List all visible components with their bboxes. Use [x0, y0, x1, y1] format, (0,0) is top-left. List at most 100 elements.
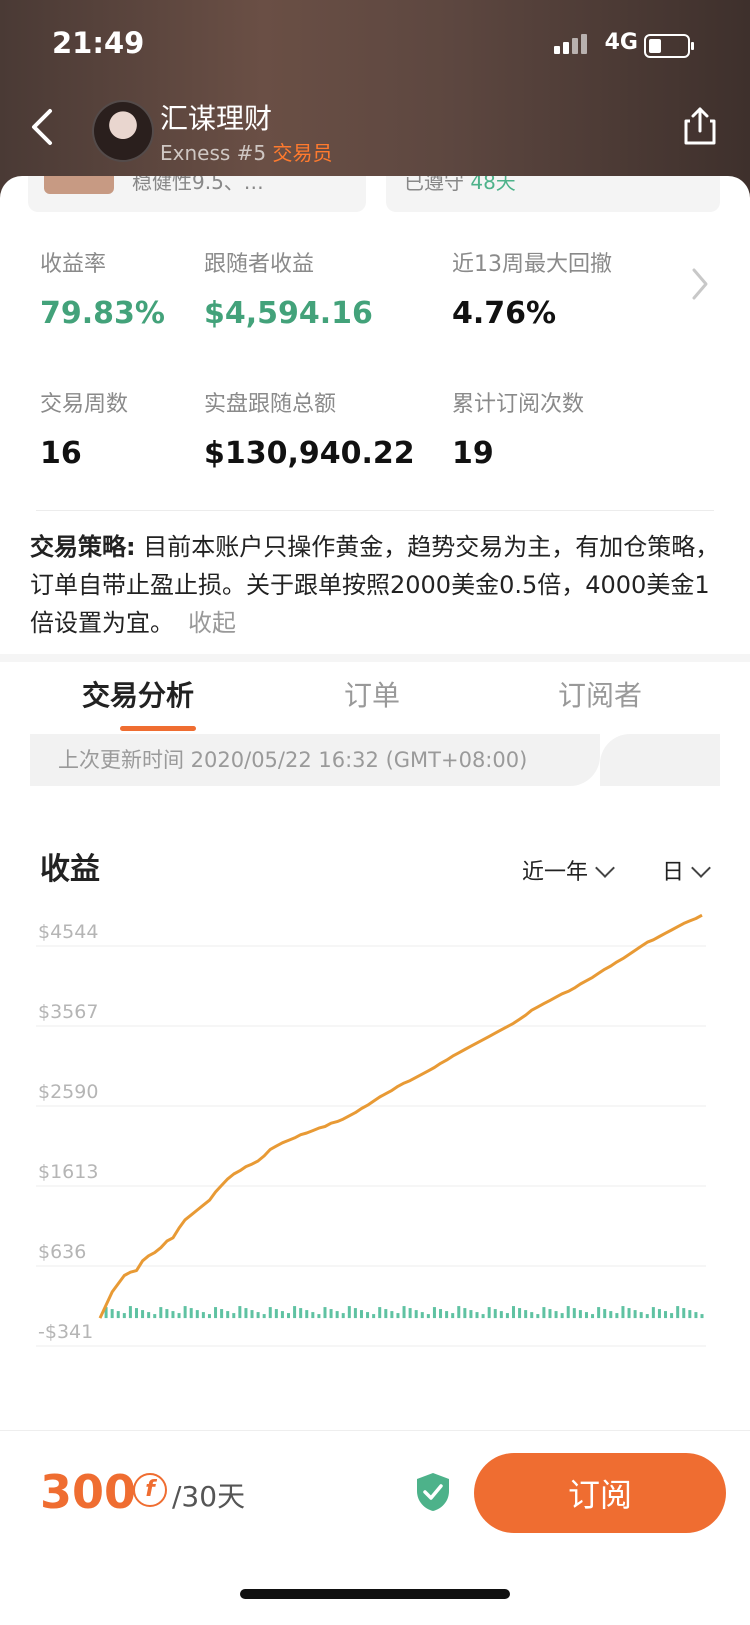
shield-check-icon — [417, 1473, 449, 1511]
activity-bar — [609, 1311, 613, 1319]
activity-bar — [335, 1311, 339, 1319]
activity-bar — [305, 1310, 309, 1319]
activity-bar — [244, 1308, 248, 1319]
activity-bar — [432, 1307, 436, 1319]
activity-bar — [554, 1311, 558, 1319]
activity-bar — [694, 1312, 698, 1319]
activity-bar — [548, 1309, 552, 1319]
activity-bar — [475, 1312, 479, 1319]
activity-bar — [615, 1313, 619, 1319]
activity-bar — [329, 1309, 333, 1319]
signal-icon — [554, 34, 590, 54]
activity-bar — [110, 1309, 114, 1319]
activity-bar — [311, 1312, 315, 1319]
activity-bar — [530, 1312, 534, 1319]
activity-bar — [621, 1306, 625, 1319]
activity-bar — [220, 1309, 224, 1319]
activity-bar — [207, 1314, 211, 1319]
activity-bar — [633, 1310, 637, 1319]
activity-bar — [682, 1308, 686, 1319]
activity-bar — [134, 1308, 138, 1319]
activity-bar — [572, 1308, 576, 1319]
activity-bar — [597, 1307, 601, 1319]
status-bar: 21:49 4G — [0, 0, 750, 92]
activity-bar — [177, 1313, 181, 1319]
nav-bar: 汇谋理财 Exness #5 交易员 — [0, 95, 750, 165]
activity-bar — [457, 1306, 461, 1319]
activity-bar — [651, 1307, 655, 1319]
activity-bar — [469, 1310, 473, 1319]
trader-subtitle: Exness #5 交易员 — [160, 137, 333, 166]
activity-bar — [414, 1310, 418, 1319]
activity-bar — [445, 1311, 449, 1319]
network-type: 4G — [604, 30, 638, 55]
activity-bar — [159, 1307, 163, 1319]
activity-bar — [214, 1307, 218, 1319]
activity-bar — [688, 1310, 692, 1319]
activity-bar — [639, 1312, 643, 1319]
activity-bar — [584, 1312, 588, 1319]
activity-bar — [116, 1311, 120, 1319]
activity-bar — [153, 1314, 157, 1319]
activity-bar — [274, 1309, 278, 1319]
activity-bar — [481, 1314, 485, 1319]
activity-bar — [372, 1314, 376, 1319]
trader-name: 汇谋理财 — [160, 102, 273, 135]
activity-bar — [347, 1306, 351, 1319]
activity-bar — [256, 1312, 260, 1319]
trader-avatar[interactable] — [92, 100, 154, 162]
activity-bar — [183, 1306, 187, 1319]
back-chevron-icon[interactable] — [26, 107, 66, 147]
activity-bar — [578, 1310, 582, 1319]
activity-bar — [141, 1310, 145, 1319]
broker-rank: Exness #5 — [160, 141, 273, 165]
activity-bar — [402, 1306, 406, 1319]
activity-bar — [384, 1309, 388, 1319]
trader-role: 交易员 — [272, 141, 333, 165]
activity-bar — [560, 1313, 564, 1319]
y-tick-label: $636 — [38, 1241, 86, 1263]
bottom-bar: 300 f /30天 订阅 — [0, 1430, 750, 1625]
coin-icon: f — [133, 1473, 167, 1507]
activity-bar — [420, 1312, 424, 1319]
activity-bar — [451, 1313, 455, 1319]
activity-bar — [268, 1307, 272, 1319]
activity-bar — [511, 1306, 515, 1319]
activity-bar — [426, 1314, 430, 1319]
activity-bar — [189, 1308, 193, 1319]
activity-bar — [171, 1311, 175, 1319]
activity-bar — [670, 1313, 674, 1319]
share-icon[interactable] — [680, 105, 720, 147]
activity-bar — [518, 1308, 522, 1319]
activity-bar — [250, 1310, 254, 1319]
content-sheet: 稳健性9.5、… 已遵守 48天 收益率 79.83% 跟随者收益 $4,594… — [0, 176, 750, 1446]
activity-bar — [299, 1308, 303, 1319]
status-time: 21:49 — [52, 26, 145, 60]
activity-bar — [280, 1311, 284, 1319]
activity-bar — [262, 1314, 266, 1319]
activity-bar — [676, 1306, 680, 1319]
activity-bar — [353, 1308, 357, 1319]
y-tick-label: $2590 — [38, 1081, 98, 1103]
activity-bar — [700, 1314, 704, 1319]
activity-bar — [317, 1314, 321, 1319]
y-tick-label: -$341 — [38, 1321, 93, 1343]
activity-bar — [323, 1307, 327, 1319]
y-tick-label: $3567 — [38, 1001, 98, 1023]
activity-bar — [603, 1309, 607, 1319]
y-tick-label: $1613 — [38, 1161, 98, 1183]
activity-bar — [524, 1310, 528, 1319]
activity-bar — [359, 1310, 363, 1319]
subscribe-button[interactable]: 订阅 — [474, 1453, 726, 1533]
activity-bar — [591, 1314, 595, 1319]
activity-bar — [293, 1306, 297, 1319]
activity-bar — [341, 1313, 345, 1319]
price: 300 — [40, 1465, 137, 1519]
activity-bar — [165, 1309, 169, 1319]
activity-bar — [493, 1309, 497, 1319]
activity-bar — [487, 1307, 491, 1319]
profit-chart[interactable]: $4544 $3567 $2590 $1613 $636 -$341 — [0, 176, 750, 1446]
activity-bar — [378, 1307, 382, 1319]
activity-bar — [396, 1313, 400, 1319]
activity-bar — [201, 1312, 205, 1319]
